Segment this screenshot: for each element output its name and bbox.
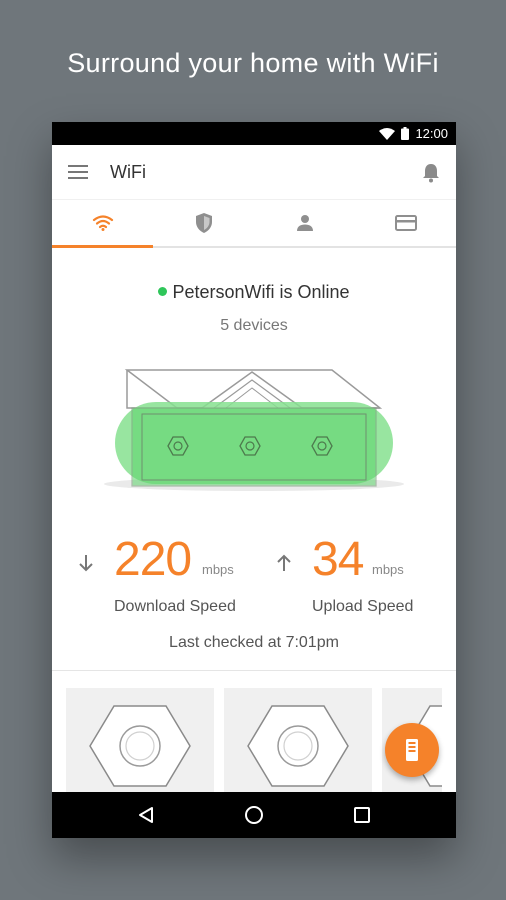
tab-billing[interactable] <box>355 200 456 246</box>
house-illustration <box>104 369 404 491</box>
remote-icon <box>406 739 418 761</box>
phone-screen: 12:00 WiFi PetersonWifi is Online 5 devi… <box>52 122 456 838</box>
upload-unit: mbps <box>372 562 404 577</box>
network-status: PetersonWifi is Online <box>52 282 456 303</box>
recents-button[interactable] <box>342 795 382 835</box>
home-button[interactable] <box>234 795 274 835</box>
remote-fab-button[interactable] <box>385 723 439 777</box>
tab-bar <box>52 200 456 248</box>
wifi-signal-icon <box>379 127 396 140</box>
upload-value: 34 <box>312 533 364 586</box>
divider <box>52 670 456 671</box>
wifi-icon <box>92 215 113 231</box>
headline: Surround your home with WiFi <box>67 48 439 78</box>
tab-profile[interactable] <box>254 200 355 246</box>
recents-icon <box>354 807 370 823</box>
shield-icon <box>195 213 212 233</box>
menu-icon[interactable] <box>68 164 90 180</box>
back-button[interactable] <box>126 795 166 835</box>
person-icon <box>296 215 313 231</box>
bell-icon[interactable] <box>420 162 442 184</box>
download-value: 220 <box>114 533 192 586</box>
arrow-up-icon <box>277 554 291 571</box>
upload-label: Upload Speed <box>312 598 414 615</box>
app-title: WiFi <box>110 162 146 182</box>
device-card[interactable] <box>66 688 214 798</box>
app-bar: WiFi <box>52 145 456 200</box>
arrow-down-icon <box>79 555 93 572</box>
android-nav-bar <box>52 792 456 838</box>
download-label: Download Speed <box>114 598 236 615</box>
status-bar: 12:00 <box>52 122 456 145</box>
card-icon <box>394 215 417 231</box>
tab-wifi[interactable] <box>52 200 153 248</box>
device-count: 5 devices <box>220 317 288 334</box>
status-time: 12:00 <box>415 126 448 141</box>
last-checked: Last checked at 7:01pm <box>169 634 339 651</box>
device-card[interactable] <box>224 688 372 798</box>
tab-security[interactable] <box>153 200 254 246</box>
home-icon <box>245 806 263 824</box>
download-unit: mbps <box>202 562 234 577</box>
router-icon <box>89 705 191 787</box>
network-status-text: PetersonWifi is Online <box>172 282 350 302</box>
router-icon <box>247 705 349 787</box>
back-icon <box>139 807 153 823</box>
battery-icon <box>401 127 410 140</box>
online-indicator <box>158 286 168 296</box>
